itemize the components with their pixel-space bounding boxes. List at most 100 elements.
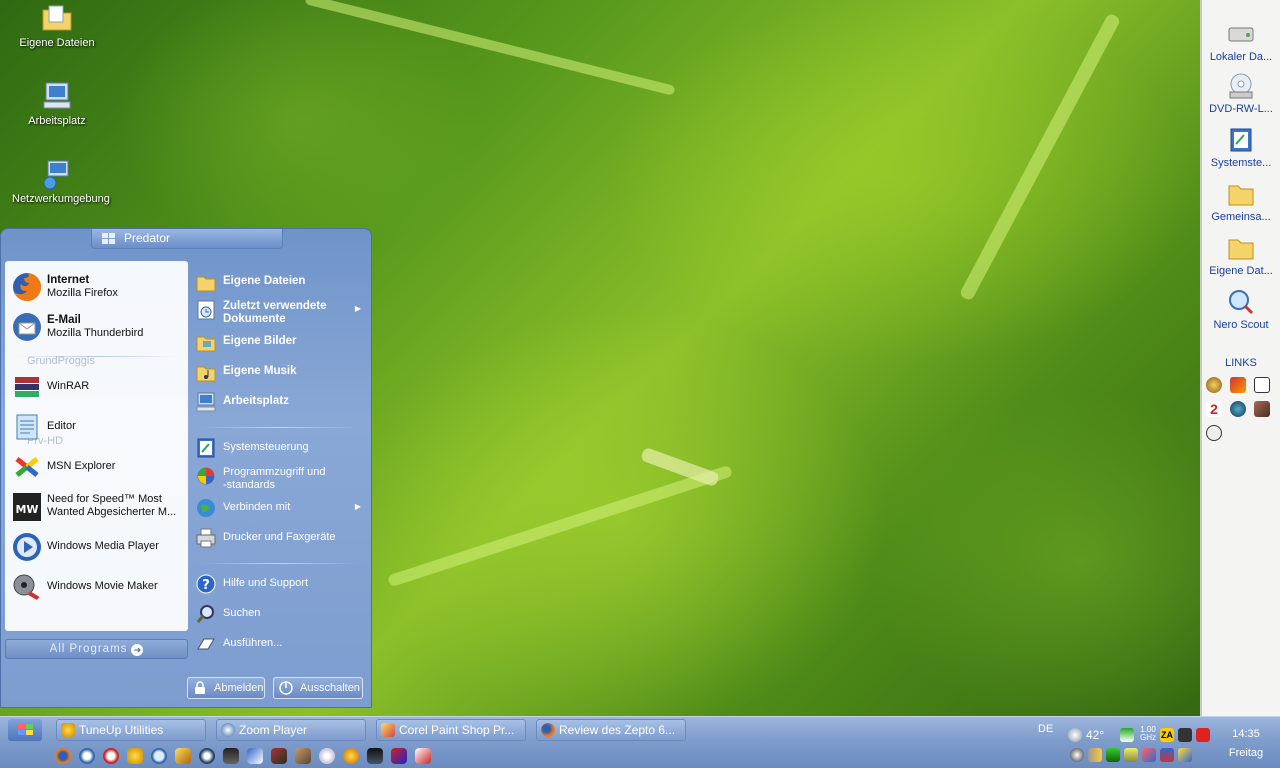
sidebar-item-shared-folder[interactable]: Gemeinsa... bbox=[1202, 180, 1280, 223]
notepad-icon bbox=[16, 414, 38, 440]
wow-link-icon[interactable] bbox=[1206, 377, 1222, 393]
volume-icon[interactable] bbox=[1088, 748, 1102, 762]
quicklaunch-pattern-icon[interactable] bbox=[391, 748, 407, 764]
task-tuneup[interactable]: TuneUp Utilities bbox=[56, 719, 206, 741]
task-label: Zoom Player bbox=[239, 723, 308, 737]
wireless-icon[interactable] bbox=[1106, 748, 1120, 762]
start-button[interactable] bbox=[8, 719, 42, 741]
quicklaunch-burn-icon[interactable] bbox=[247, 748, 263, 764]
mouse-icon[interactable] bbox=[1070, 748, 1084, 762]
quicklaunch-thunderbird-icon[interactable] bbox=[79, 748, 95, 764]
recent-label: Editor bbox=[47, 420, 76, 432]
quicklaunch-firefox-icon[interactable] bbox=[55, 748, 71, 764]
desktop-icon-arbeitsplatz[interactable]: Arbeitsplatz bbox=[12, 80, 102, 127]
quicklaunch-opera-icon[interactable] bbox=[103, 748, 119, 764]
sidebar-item-label: DVD-RW-L... bbox=[1209, 103, 1273, 115]
quicklaunch-glasses-icon[interactable] bbox=[223, 748, 239, 764]
zoom-player-icon bbox=[221, 723, 235, 737]
sidebar-item-nero-scout[interactable]: Nero Scout bbox=[1202, 288, 1280, 331]
sidebar-item-dvd[interactable]: DVD-RW-L... bbox=[1202, 72, 1280, 115]
game-link-icon[interactable] bbox=[1230, 377, 1246, 393]
recent-label-line1: Need for Speed™ Most bbox=[47, 493, 162, 505]
network-tray-icon[interactable] bbox=[1142, 748, 1156, 762]
quicklaunch-tool-icon[interactable] bbox=[175, 748, 191, 764]
connect-icon bbox=[197, 499, 215, 517]
media-player-icon bbox=[13, 533, 41, 561]
quicklaunch-cd-icon[interactable] bbox=[319, 748, 335, 764]
sidebar-item-local-disk[interactable]: Lokaler Da... bbox=[1202, 20, 1280, 63]
desktop-icon-label: Eigene Dateien bbox=[19, 37, 95, 49]
svg-text:?: ? bbox=[202, 578, 210, 593]
quicklaunch-game-icon[interactable] bbox=[271, 748, 287, 764]
control-panel-icon bbox=[197, 438, 215, 458]
sidebar-item-label: Gemeinsa... bbox=[1211, 211, 1271, 223]
pinned-subtitle: Mozilla Firefox bbox=[47, 287, 118, 299]
window-link-icon[interactable] bbox=[1254, 377, 1270, 393]
right-item-label: Eigene Musik bbox=[223, 365, 297, 377]
logoff-button[interactable]: Abmelden bbox=[187, 677, 265, 699]
skull-link-icon[interactable] bbox=[1206, 425, 1222, 441]
user-name: Predator bbox=[124, 231, 171, 245]
msn-icon bbox=[15, 457, 39, 477]
quicklaunch-player-icon[interactable] bbox=[199, 748, 215, 764]
submenu-arrow-icon: ▶ bbox=[354, 304, 361, 313]
recent-media-player[interactable]: Windows Media Player bbox=[9, 529, 185, 565]
quicklaunch-tuneup-icon[interactable] bbox=[127, 748, 143, 764]
calendar-icon[interactable] bbox=[1178, 728, 1192, 742]
quicklaunch-screen-icon[interactable] bbox=[367, 748, 383, 764]
house-link-icon[interactable] bbox=[1230, 401, 1246, 417]
recent-label: Windows Media Player bbox=[47, 540, 159, 552]
recent-docs-icon bbox=[197, 300, 215, 320]
zonealarm-icon[interactable]: ZA bbox=[1160, 728, 1174, 742]
taskbar: TuneUp Utilities Zoom Player Corel Paint… bbox=[0, 716, 1280, 768]
movie-maker-icon bbox=[13, 574, 41, 601]
desktop-icon-eigene-dateien[interactable]: Eigene Dateien bbox=[12, 2, 102, 49]
power-icon bbox=[279, 681, 293, 695]
sidebar-item-documents[interactable]: Eigene Dat... bbox=[1202, 234, 1280, 277]
clock-time[interactable]: 14:35 bbox=[1226, 728, 1266, 740]
recent-msn-explorer[interactable]: MSN Explorer bbox=[9, 449, 185, 485]
pinned-email[interactable]: E-Mail Mozilla Thunderbird bbox=[9, 309, 185, 345]
desktop-icon-netzwerkumgebung[interactable]: Netzwerkumgebung bbox=[12, 158, 110, 205]
right-item-label: Verbinden mit bbox=[223, 501, 291, 513]
task-zoom-player[interactable]: Zoom Player bbox=[216, 719, 366, 741]
acrobat-icon[interactable] bbox=[1196, 728, 1210, 742]
task-paintshop[interactable]: Corel Paint Shop Pr... bbox=[376, 719, 526, 741]
recent-need-for-speed[interactable]: MW Need for Speed™ Most Wanted Abgesiche… bbox=[9, 489, 185, 525]
links-title: LINKS bbox=[1225, 357, 1257, 369]
start-menu: Predator Internet Mozilla Firefox E-Mail… bbox=[0, 228, 372, 708]
task-firefox-review[interactable]: Review des Zepto 6... bbox=[536, 719, 686, 741]
quicklaunch-info-icon[interactable] bbox=[343, 748, 359, 764]
recent-movie-maker[interactable]: Windows Movie Maker bbox=[9, 569, 185, 605]
right-item-label: Hilfe und Support bbox=[223, 577, 308, 589]
quicklaunch-car-icon[interactable] bbox=[415, 748, 431, 764]
pinned-subtitle: Mozilla Thunderbird bbox=[47, 327, 144, 339]
folder-documents-icon bbox=[196, 276, 216, 292]
language-indicator[interactable]: DE bbox=[1038, 723, 1053, 735]
help-icon: ? bbox=[196, 574, 216, 594]
pinned-internet[interactable]: Internet Mozilla Firefox bbox=[9, 269, 185, 305]
quicklaunch-photo-icon[interactable] bbox=[295, 748, 311, 764]
recent-editor[interactable]: Editor bbox=[9, 409, 185, 445]
shutdown-button[interactable]: Ausschalten bbox=[273, 677, 363, 699]
tuneup-icon bbox=[61, 723, 75, 737]
safely-remove-icon[interactable] bbox=[1178, 748, 1192, 762]
number-two-link-icon[interactable]: 2 bbox=[1206, 401, 1222, 417]
task-label: TuneUp Utilities bbox=[79, 723, 164, 737]
submenu-arrow-icon: ▶ bbox=[354, 502, 361, 511]
all-programs-button[interactable]: All Programs ➜ bbox=[5, 639, 188, 659]
card-icon[interactable] bbox=[1124, 748, 1138, 762]
sidebar-item-control-panel[interactable]: Systemste... bbox=[1202, 126, 1280, 169]
my-computer-icon bbox=[43, 82, 71, 109]
my-computer-icon bbox=[196, 392, 216, 412]
quicklaunch-search-icon[interactable] bbox=[151, 748, 167, 764]
photo-link-icon[interactable] bbox=[1254, 401, 1270, 417]
weather-icon[interactable] bbox=[1068, 728, 1082, 742]
recent-winrar[interactable]: WinRAR bbox=[9, 369, 185, 405]
right-item-label-line2: Dokumente bbox=[223, 313, 286, 325]
security-icon[interactable] bbox=[1160, 748, 1174, 762]
meter-icon[interactable] bbox=[1120, 728, 1134, 742]
svg-text:MW: MW bbox=[15, 503, 38, 516]
control-panel-icon bbox=[1230, 128, 1252, 152]
shared-folder-icon bbox=[1228, 185, 1254, 206]
